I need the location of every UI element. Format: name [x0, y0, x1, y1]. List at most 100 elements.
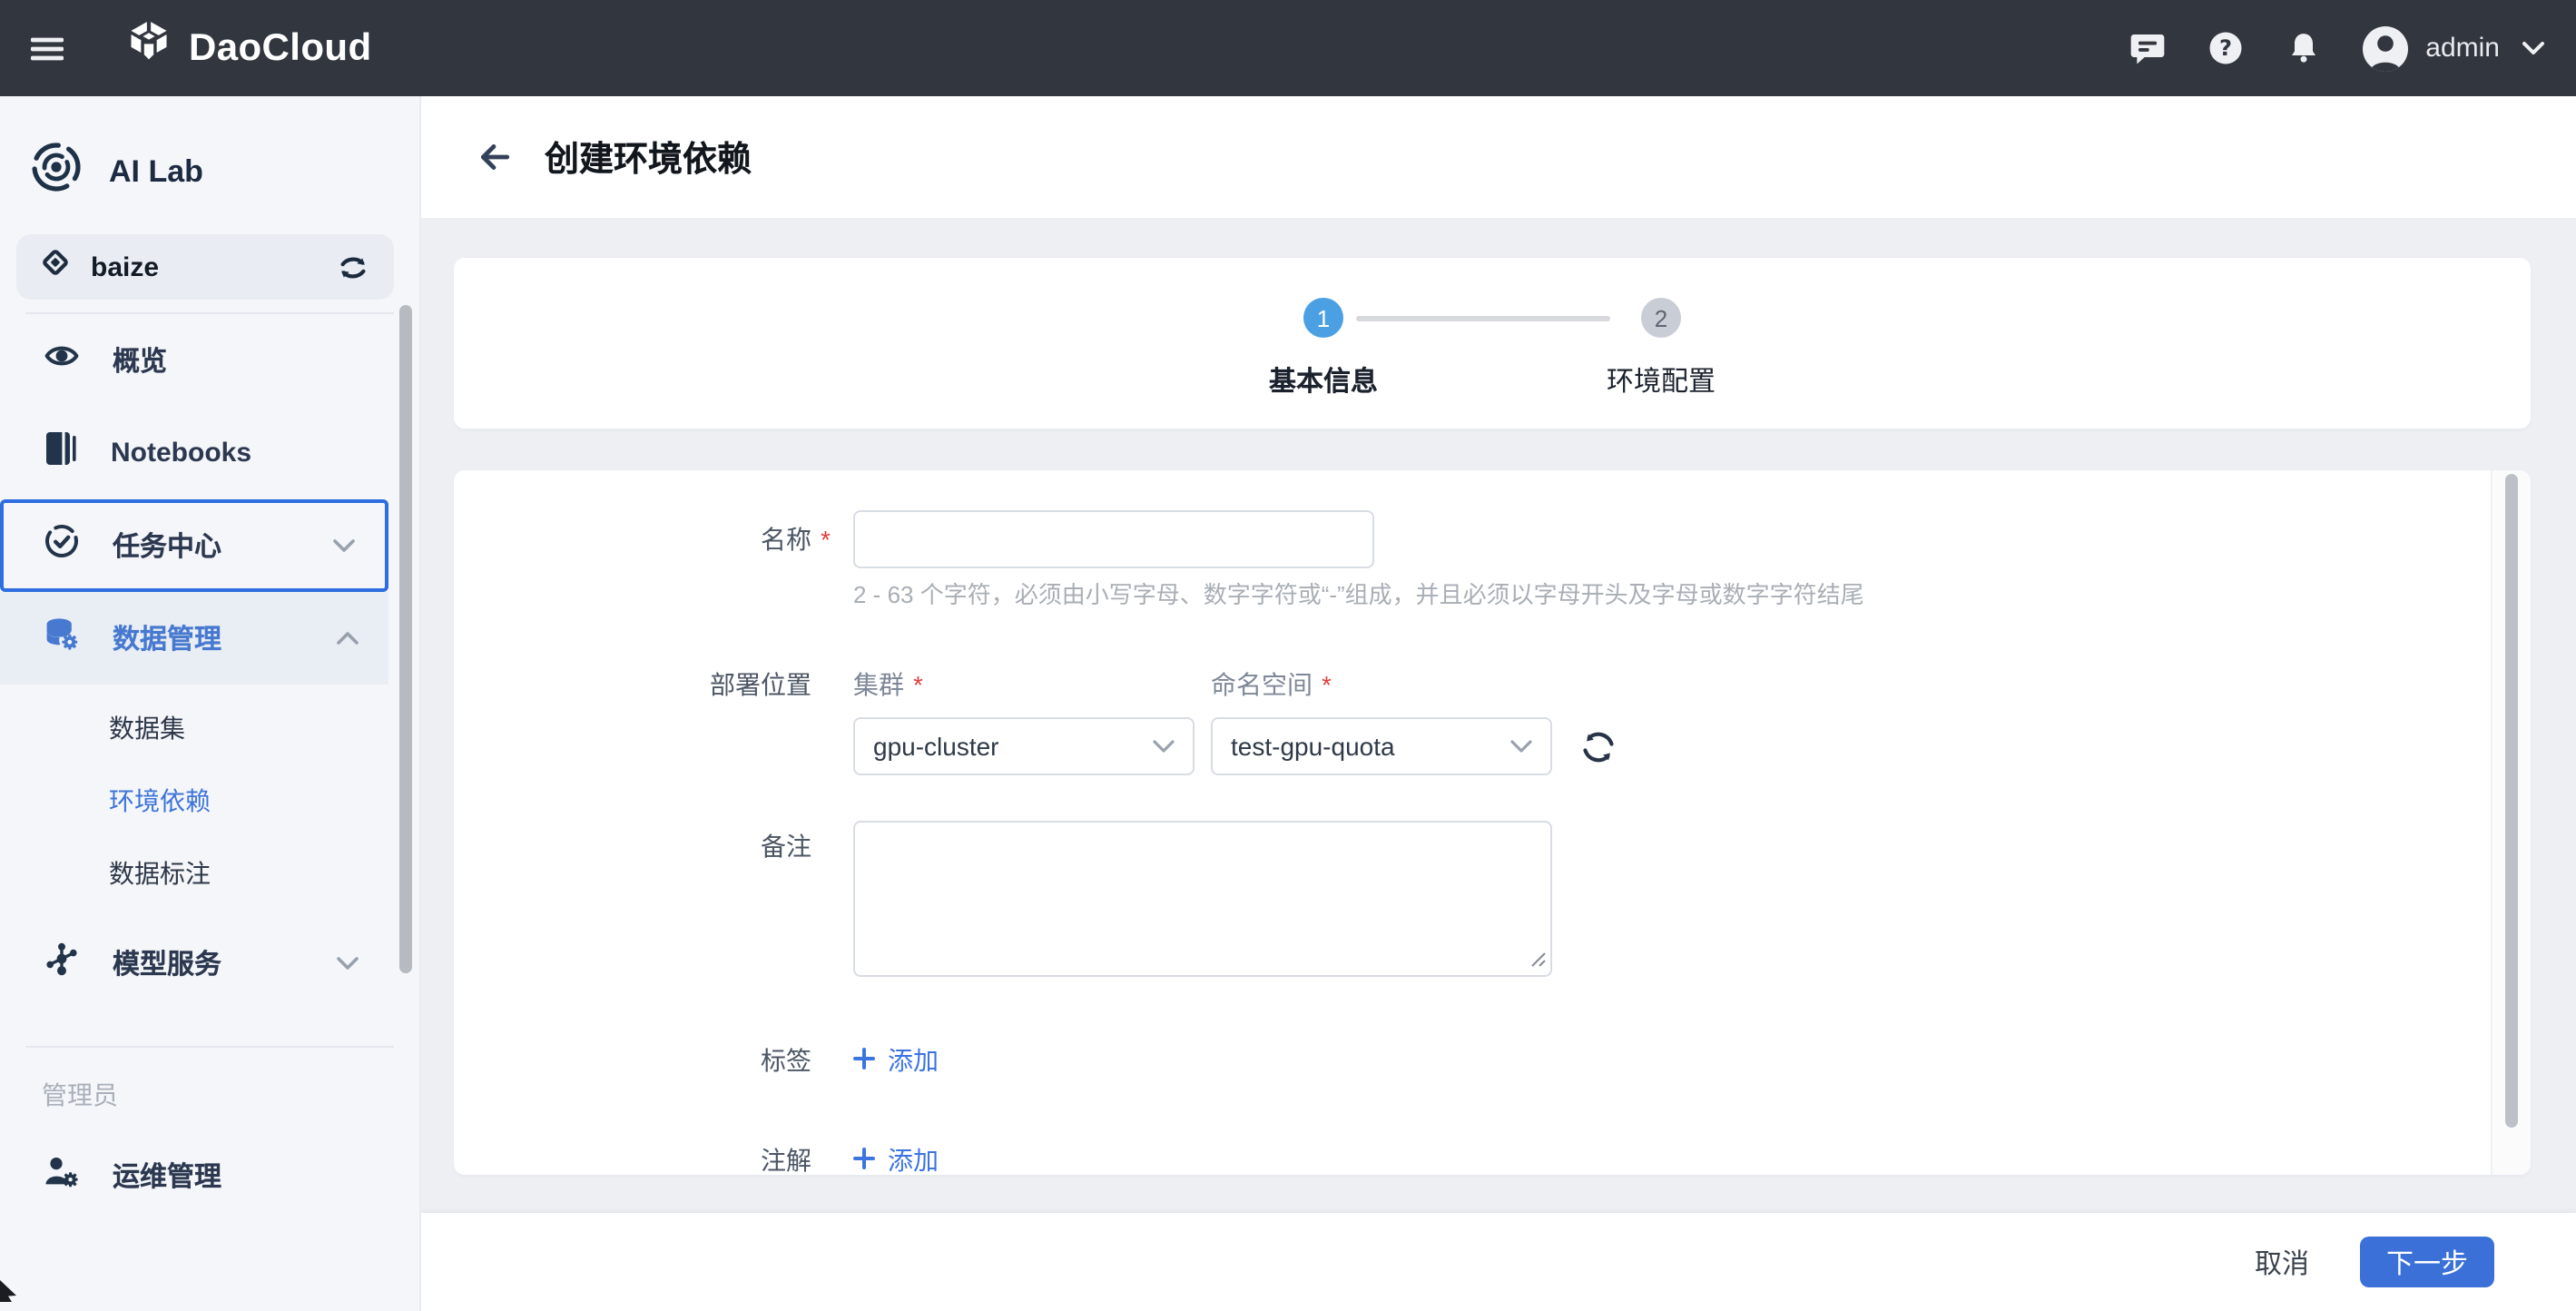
plus-icon	[853, 1142, 875, 1175]
form-scrollbar-track	[2491, 470, 2531, 1175]
stepper-card: 1 2 基本信息 环境配置	[454, 258, 2531, 429]
footer-bar: 取消 下一步	[421, 1213, 2576, 1311]
namespace-label: 命名空间*	[1211, 666, 1552, 703]
sidebar-item-label: 概览	[113, 341, 167, 380]
name-input[interactable]	[853, 510, 1374, 568]
chevron-up-icon	[336, 630, 359, 646]
cluster-select[interactable]: gpu-cluster	[853, 717, 1195, 775]
sidebar-item-datasets[interactable]: 数据集	[0, 692, 388, 764]
remark-row: 备注	[454, 821, 2531, 986]
sidebar-item-label: 数据管理	[113, 619, 221, 657]
hamburger-icon[interactable]	[31, 35, 64, 61]
data-management-icon	[44, 616, 80, 661]
deploy-row: 部署位置 集群* gpu-cluster 命名空间*	[454, 666, 2531, 775]
labels-label: 标签	[454, 1042, 811, 1079]
chevron-down-icon	[336, 955, 359, 971]
remark-textarea[interactable]	[853, 821, 1552, 977]
sidebar-subitem-label: 环境依赖	[109, 783, 211, 819]
chevron-down-icon	[1153, 739, 1175, 754]
cluster-select-value: gpu-cluster	[873, 732, 999, 761]
refresh-icon[interactable]	[1579, 728, 1617, 766]
step-2-label: 环境配置	[1607, 361, 1716, 399]
workspace-name: baize	[91, 251, 159, 282]
namespace-select-value: test-gpu-quota	[1231, 732, 1395, 761]
step-1-label: 基本信息	[1269, 361, 1378, 399]
sidebar-section-label: 管理员	[0, 1077, 419, 1113]
avatar-icon[interactable]	[2362, 25, 2409, 72]
form-card: 名称 * 2 - 63 个字符，必须由小写字母、数字字符或“-”组成，并且必须以…	[454, 470, 2531, 1175]
topbar-right: ? admin	[2088, 25, 2545, 72]
sidebar-subitem-label: 数据标注	[109, 855, 211, 892]
help-icon[interactable]: ?	[2207, 30, 2244, 66]
workspace-icon	[38, 245, 73, 289]
annotations-label: 注解	[454, 1142, 811, 1175]
sidebar-nav: 概览 Notebooks	[0, 314, 419, 1222]
sidebar-divider	[25, 1046, 394, 1048]
sidebar-item-label: 运维管理	[113, 1157, 221, 1195]
remark-label: 备注	[454, 828, 811, 864]
swap-icon[interactable]	[334, 248, 372, 286]
add-annotation-button[interactable]: 添加	[853, 1142, 939, 1175]
sidebar-item-label: Notebooks	[111, 438, 251, 468]
add-annotation-text: 添加	[888, 1142, 939, 1175]
brand-name: DaoCloud	[189, 26, 372, 70]
message-icon[interactable]	[2129, 30, 2166, 66]
annotations-row: 注解 添加	[454, 1142, 2531, 1175]
labels-row: 标签 添加	[454, 1042, 2531, 1079]
back-arrow-icon[interactable]	[476, 138, 514, 176]
notebook-icon	[44, 430, 78, 476]
cluster-label: 集群*	[853, 666, 1195, 703]
sidebar-scrollbar-thumb[interactable]	[399, 305, 412, 973]
add-label-button[interactable]: 添加	[853, 1042, 939, 1079]
mouse-cursor	[0, 1278, 22, 1311]
form-scrollbar-thumb[interactable]	[2505, 474, 2518, 1128]
stepper: 1 2 基本信息 环境配置	[1269, 258, 1716, 429]
name-hint: 2 - 63 个字符，必须由小写字母、数字字符或“-”组成，并且必须以字母开头及…	[853, 583, 2531, 608]
namespace-group: 命名空间* test-gpu-quota	[1211, 666, 1552, 775]
sidebar-subitem-label: 数据集	[109, 710, 185, 746]
cluster-group: 集群* gpu-cluster	[853, 666, 1195, 775]
name-row: 名称 *	[454, 510, 2531, 568]
svg-text:?: ?	[2219, 35, 2232, 61]
deploy-label: 部署位置	[454, 666, 811, 703]
app: DaoCloud ?	[0, 0, 2576, 1311]
required-marker: *	[913, 670, 923, 699]
sidebar-item-label: 任务中心	[113, 527, 221, 565]
brand[interactable]: DaoCloud	[125, 20, 372, 76]
product-name: AI Lab	[109, 153, 203, 190]
step-connector	[1356, 316, 1610, 321]
required-marker: *	[821, 525, 831, 554]
sidebar-item-overview[interactable]: 概览	[0, 314, 388, 407]
sidebar-item-ops-management[interactable]: 运维管理	[0, 1129, 388, 1222]
sidebar-item-data-annotation[interactable]: 数据标注	[0, 837, 388, 910]
eye-icon	[44, 338, 80, 383]
model-service-icon	[44, 941, 80, 986]
user-menu-chevron-down-icon[interactable]	[2522, 40, 2545, 56]
sidebar-item-task-center[interactable]: 任务中心	[0, 499, 388, 592]
namespace-select[interactable]: test-gpu-quota	[1211, 717, 1552, 775]
cancel-button[interactable]: 取消	[2244, 1236, 2320, 1288]
sidebar-item-notebooks[interactable]: Notebooks	[0, 407, 388, 499]
username: admin	[2425, 33, 2500, 64]
chevron-down-icon	[1510, 739, 1532, 754]
step-1-circle: 1	[1303, 298, 1343, 338]
topbar: DaoCloud ?	[0, 0, 2576, 96]
add-label-text: 添加	[888, 1042, 939, 1079]
ops-management-icon	[44, 1153, 80, 1198]
sidebar-item-label: 模型服务	[113, 944, 221, 982]
bell-icon[interactable]	[2286, 30, 2322, 66]
next-button[interactable]: 下一步	[2360, 1237, 2494, 1287]
plus-icon	[853, 1042, 875, 1079]
workspace-switcher[interactable]: baize	[16, 234, 394, 300]
daocloud-logo	[125, 20, 172, 76]
sidebar: AI Lab baize	[0, 96, 421, 1311]
task-center-icon	[44, 523, 80, 568]
sidebar-item-model-service[interactable]: 模型服务	[0, 917, 388, 1010]
page-title: 创建环境依赖	[545, 133, 752, 182]
step-2-circle: 2	[1641, 298, 1681, 338]
sidebar-item-environment-deps[interactable]: 环境依赖	[0, 764, 388, 837]
main-area: 创建环境依赖 1 2 基本信息 环境配置 名称 * 2 -	[421, 96, 2576, 1311]
sidebar-item-data-management[interactable]: 数据管理	[0, 592, 388, 685]
product-header: AI Lab	[0, 96, 419, 203]
name-label: 名称	[454, 510, 811, 568]
